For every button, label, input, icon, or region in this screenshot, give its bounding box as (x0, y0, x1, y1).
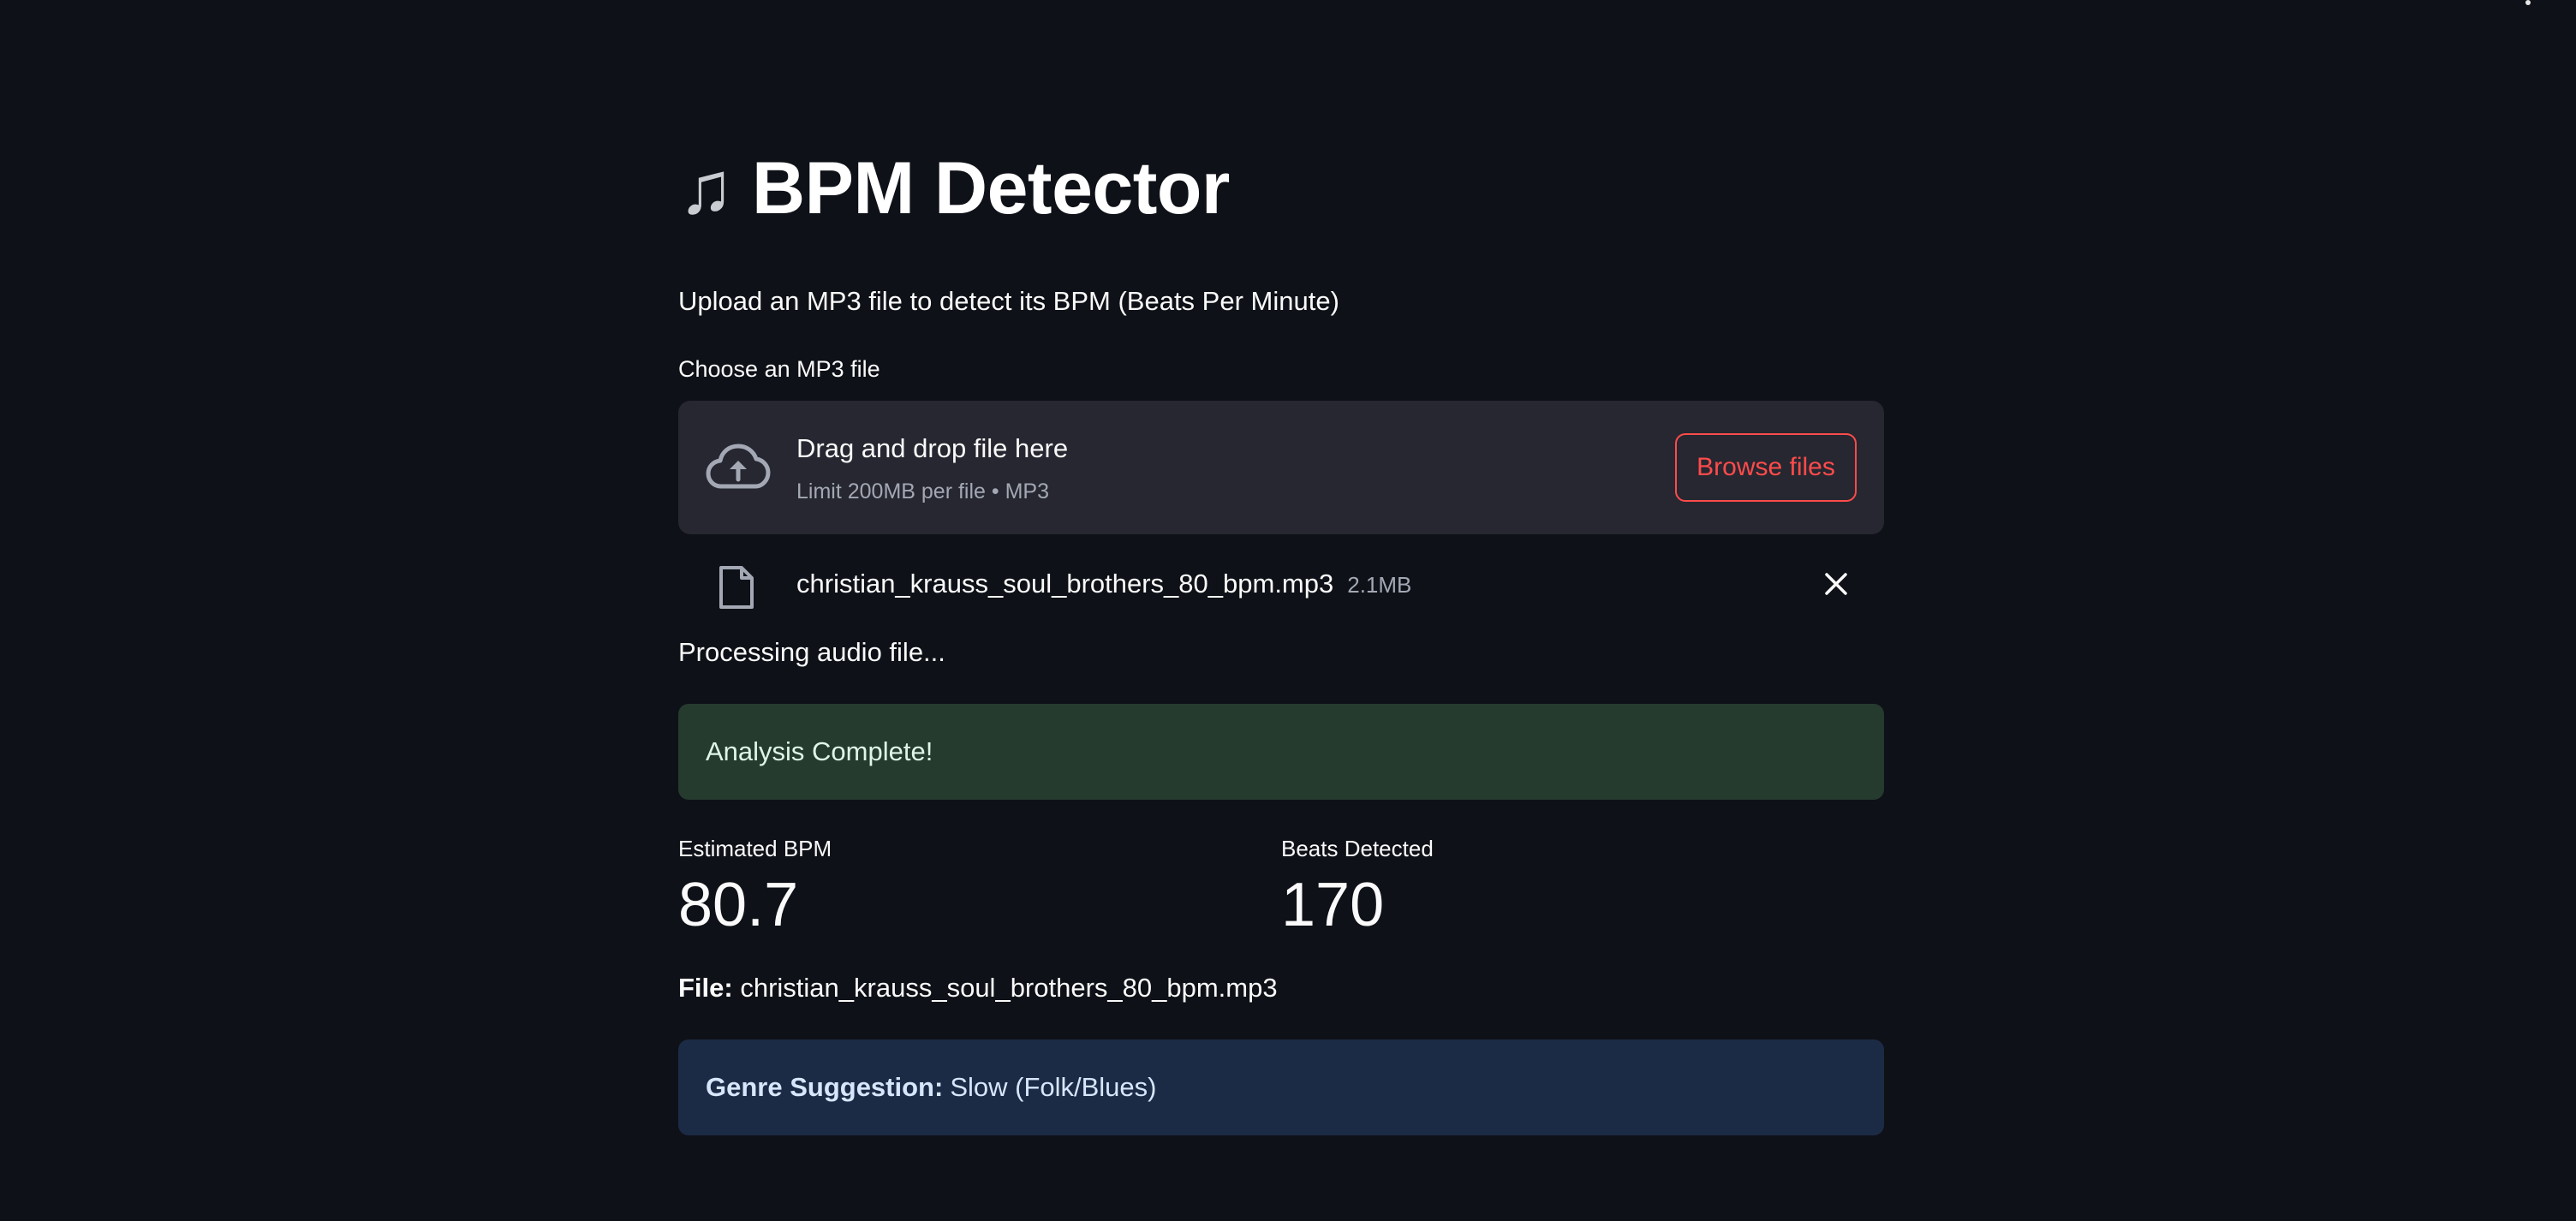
metric-label: Estimated BPM (678, 836, 832, 861)
file-info-label: File: (678, 973, 733, 1003)
uploaded-file-size: 2.1MB (1347, 572, 1412, 598)
uploaded-file-item: christian_krauss_soul_brothers_80_bpm.mp… (678, 541, 1884, 627)
uploaded-file-name-text: christian_krauss_soul_brothers_80_bpm.mp… (796, 569, 1334, 599)
cloud-upload-icon (706, 444, 771, 489)
metrics-row: Estimated BPM 80.7 Beats Detected 170 (678, 834, 1884, 945)
browse-files-button[interactable]: Browse files (1675, 433, 1857, 502)
success-alert: Analysis Complete! (678, 704, 1884, 800)
page-title-text: BPM Detector (752, 146, 1230, 229)
file-icon (719, 566, 754, 609)
main-menu-icon[interactable] (2523, 0, 2533, 12)
processing-status: Processing audio file... (678, 637, 945, 667)
uploaded-file-name: christian_krauss_soul_brothers_80_bpm.mp… (796, 567, 1411, 602)
genre-info-alert: Genre Suggestion: Slow (Folk/Blues) (678, 1039, 1884, 1135)
metric-beats-detected: Beats Detected 170 (1281, 834, 1884, 945)
app-root: ♫ BPM Detector Upload an MP3 file to det… (0, 0, 2576, 1221)
page-subtitle: Upload an MP3 file to detect its BPM (Be… (678, 286, 1339, 316)
metric-value: 80.7 (678, 871, 799, 939)
genre-value: Slow (Folk/Blues) (950, 1072, 1157, 1102)
uploader-label: Choose an MP3 file (678, 356, 880, 382)
file-info-line: File: christian_krauss_soul_brothers_80_… (678, 971, 1884, 1005)
main-content: ♫ BPM Detector Upload an MP3 file to det… (678, 137, 1884, 1135)
dropzone-title: Drag and drop file here (796, 433, 1069, 463)
musical-notes-icon: ♫ (678, 146, 734, 229)
metric-estimated-bpm: Estimated BPM 80.7 (678, 834, 1281, 945)
metric-label: Beats Detected (1281, 836, 1434, 861)
genre-label: Genre Suggestion: (706, 1072, 944, 1102)
file-dropzone[interactable]: Drag and drop file here Limit 200MB per … (678, 401, 1884, 534)
close-icon[interactable] (1822, 570, 1850, 598)
dropzone-limit-text: Limit 200MB per file • MP3 (796, 479, 1049, 503)
file-info-value: christian_krauss_soul_brothers_80_bpm.mp… (740, 973, 1278, 1003)
metric-value: 170 (1281, 871, 1385, 939)
page-title: ♫ BPM Detector (678, 137, 1884, 240)
